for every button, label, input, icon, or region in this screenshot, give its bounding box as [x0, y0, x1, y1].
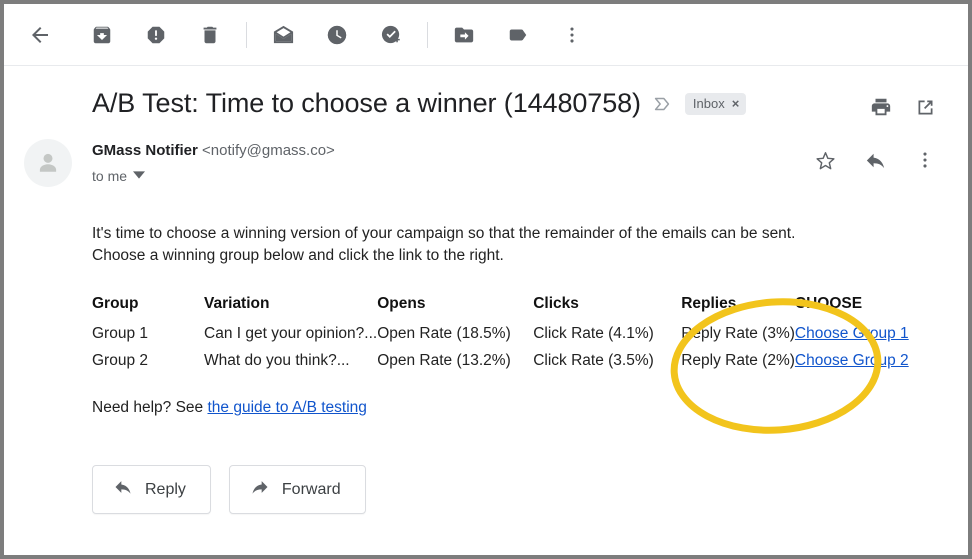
ab-test-results-table: Group Variation Opens Clicks Replies CHO…	[92, 295, 955, 375]
cell-choose: Choose Group 2	[795, 348, 955, 375]
back-icon[interactable]	[18, 13, 62, 57]
reply-button-label: Reply	[145, 480, 186, 498]
thread-indicator-icon	[651, 93, 673, 115]
table-header-row: Group Variation Opens Clicks Replies CHO…	[92, 295, 955, 321]
labels-icon[interactable]	[496, 13, 540, 57]
cell-variation: What do you think?...	[204, 352, 350, 369]
cell-choose: Choose Group 1	[795, 321, 955, 348]
intro-paragraph: It's time to choose a winning version of…	[92, 223, 968, 267]
column-header-choose: CHOOSE	[794, 295, 863, 312]
message-more-icon[interactable]	[906, 141, 944, 179]
recipient-label: to me	[92, 168, 128, 184]
reply-arrow-icon[interactable]	[856, 141, 894, 179]
intro-line-1: It's time to choose a winning version of…	[92, 225, 796, 242]
cell-opens: Open Rate (13.2%)	[377, 352, 511, 369]
sender-block: GMass Notifier <notify@gmass.co> to me	[4, 119, 968, 187]
table-row: Group 1 Can I get your opinion?... Open …	[92, 321, 955, 348]
toolbar-divider	[246, 21, 247, 48]
choose-group-1-link[interactable]: Choose Group 1	[795, 325, 909, 342]
cell-replies: Reply Rate (2%)	[681, 352, 795, 369]
column-header-group: Group	[92, 295, 139, 312]
reply-forward-row: Reply Forward	[92, 465, 968, 514]
help-line: Need help? See the guide to A/B testing	[92, 399, 968, 417]
message-toolbar	[4, 4, 968, 66]
intro-line-2: Choose a winning group below and click t…	[92, 247, 504, 264]
cell-group: Group 2	[92, 352, 149, 369]
forward-icon	[250, 477, 270, 502]
message-actions	[806, 141, 944, 179]
toolbar-divider	[427, 21, 428, 48]
forward-button[interactable]: Forward	[228, 465, 366, 514]
sender-address: <notify@gmass.co>	[202, 142, 335, 159]
column-header-clicks: Clicks	[533, 295, 579, 312]
delete-icon[interactable]	[188, 13, 232, 57]
add-to-tasks-icon[interactable]	[369, 13, 413, 57]
cell-clicks: Click Rate (3.5%)	[533, 352, 654, 369]
label-chip-inbox[interactable]: Inbox ×	[684, 92, 747, 115]
cell-group: Group 1	[92, 325, 149, 342]
page-title: A/B Test: Time to choose a winner (14480…	[92, 88, 641, 118]
reply-button[interactable]: Reply	[92, 465, 211, 514]
choose-group-2-link[interactable]: Choose Group 2	[795, 352, 909, 369]
cell-clicks: Click Rate (4.1%)	[533, 325, 654, 342]
star-icon[interactable]	[806, 141, 844, 179]
sender-name[interactable]: GMass Notifier	[92, 142, 198, 159]
forward-button-label: Forward	[281, 480, 341, 498]
ab-testing-guide-link[interactable]: the guide to A/B testing	[207, 399, 366, 416]
sender-line: GMass Notifier <notify@gmass.co>	[92, 142, 335, 159]
label-chip-text: Inbox	[692, 95, 725, 111]
message-body: It's time to choose a winning version of…	[4, 223, 968, 514]
table-row: Group 2 What do you think?... Open Rate …	[92, 348, 955, 375]
cell-variation: Can I get your opinion?...	[204, 325, 378, 342]
column-header-opens: Opens	[377, 295, 426, 312]
report-spam-icon[interactable]	[134, 13, 178, 57]
subject-row: A/B Test: Time to choose a winner (14480…	[4, 66, 968, 119]
cell-replies: Reply Rate (3%)	[681, 325, 795, 342]
column-header-replies: Replies	[681, 295, 737, 312]
cell-opens: Open Rate (18.5%)	[377, 325, 511, 342]
sender-meta: GMass Notifier <notify@gmass.co> to me	[92, 139, 335, 184]
avatar	[24, 139, 72, 187]
column-header-variation: Variation	[204, 295, 270, 312]
snooze-icon[interactable]	[315, 13, 359, 57]
gmail-message-view: A/B Test: Time to choose a winner (14480…	[4, 4, 968, 555]
reply-icon	[113, 477, 133, 502]
move-to-icon[interactable]	[442, 13, 486, 57]
help-prefix: Need help? See	[92, 399, 208, 416]
mark-unread-icon[interactable]	[261, 13, 305, 57]
screenshot-frame: A/B Test: Time to choose a winner (14480…	[0, 0, 972, 559]
label-chip-remove-icon[interactable]: ×	[732, 97, 740, 110]
more-options-icon[interactable]	[550, 13, 594, 57]
recipient-line[interactable]: to me	[92, 168, 335, 184]
archive-icon[interactable]	[80, 13, 124, 57]
chevron-down-icon[interactable]	[133, 168, 146, 184]
